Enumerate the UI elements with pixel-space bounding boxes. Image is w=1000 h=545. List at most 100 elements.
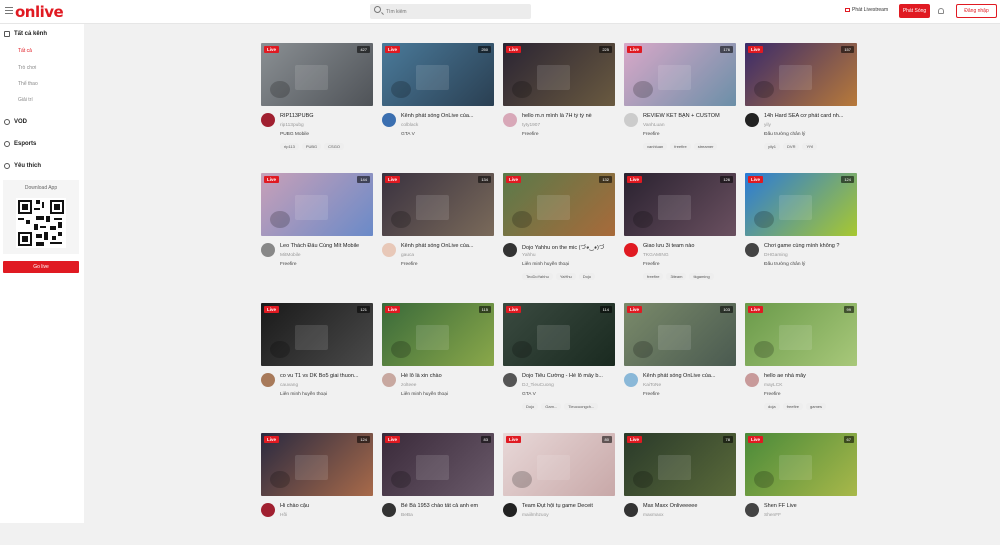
game-name[interactable]: GTA V bbox=[401, 132, 415, 137]
stream-card[interactable]: Live 176 REVIEW KẾT BẠN + CUSTOM VanhLuan Fr… bbox=[624, 43, 736, 155]
game-name[interactable]: Liên minh huyền thoại bbox=[280, 392, 327, 397]
sidebar-subitem-games[interactable]: Trò chơi bbox=[18, 65, 36, 71]
tag[interactable]: DVR bbox=[783, 143, 800, 150]
stream-card[interactable]: Live 157 14h Hard SEA cơ phát card nh... yi… bbox=[745, 43, 857, 155]
search-box[interactable] bbox=[370, 4, 531, 19]
channel-name[interactable]: Hồi bbox=[280, 513, 287, 518]
channel-name[interactable]: VanhLuan bbox=[643, 123, 665, 128]
logo[interactable]: onlive bbox=[15, 3, 64, 21]
stream-thumbnail[interactable]: Live 114 bbox=[503, 303, 615, 366]
stream-card[interactable]: Live 250 Kênh phát sóng OnLive của... colbl… bbox=[382, 43, 494, 155]
sidebar-go-live-button[interactable]: Go live bbox=[3, 261, 79, 273]
channel-name[interactable]: TKGAMING bbox=[643, 253, 669, 258]
stream-card[interactable]: Live 80 Team Đụt hội tụ game Deceit maiilmh… bbox=[503, 433, 615, 545]
stream-card[interactable]: Live 114 Dojo Tiểu Cường - Hé lô mấy b... D… bbox=[503, 303, 615, 415]
avatar[interactable] bbox=[745, 113, 759, 127]
tag[interactable]: vanhluan bbox=[643, 143, 668, 150]
game-name[interactable]: Liên minh huyền thoại bbox=[522, 262, 569, 267]
stream-card[interactable]: Live 427 RIP113PUBG rip113pubg PUBG Mobile ri… bbox=[261, 43, 373, 155]
tag[interactable]: Dojo bbox=[522, 403, 539, 410]
tag[interactable]: games bbox=[806, 403, 827, 410]
notification-bell-icon[interactable] bbox=[938, 8, 944, 14]
channel-name[interactable]: cauvang bbox=[280, 383, 298, 388]
stream-title[interactable]: Leo Thách Đấu Cùng Mít Mobile bbox=[280, 243, 373, 249]
channel-name[interactable]: mayLCK bbox=[764, 383, 782, 388]
stream-thumbnail[interactable]: Live 157 bbox=[745, 43, 857, 106]
channel-name[interactable]: KaiToNe bbox=[643, 383, 661, 388]
stream-thumbnail[interactable]: Live 115 bbox=[382, 303, 494, 366]
channel-name[interactable]: maxmaxx bbox=[643, 513, 664, 518]
stream-thumbnail[interactable]: Live 134 bbox=[382, 173, 494, 236]
stream-title[interactable]: 14h Hard SEA cơ phát card nh... bbox=[764, 113, 857, 119]
game-name[interactable]: Freefire bbox=[643, 392, 660, 397]
stream-thumbnail[interactable]: Live 67 bbox=[745, 433, 857, 496]
avatar[interactable] bbox=[382, 373, 396, 387]
stream-thumbnail[interactable]: Live 126 bbox=[624, 173, 736, 236]
tag[interactable]: Gam... bbox=[541, 403, 562, 410]
stream-thumbnail[interactable]: Live 124 bbox=[261, 433, 373, 496]
stream-thumbnail[interactable]: Live 103 bbox=[624, 303, 736, 366]
channel-name[interactable]: DJ_TieuCuong bbox=[522, 383, 554, 388]
stream-thumbnail[interactable]: Live 78 bbox=[624, 433, 736, 496]
avatar[interactable] bbox=[261, 113, 275, 127]
stream-title[interactable]: hello ae nhá mây bbox=[764, 373, 857, 379]
channel-name[interactable]: gauca bbox=[401, 253, 414, 258]
stream-card[interactable]: Live 99 hello ae nhá mây mayLCK Freefire doja… bbox=[745, 303, 857, 415]
tag[interactable]: yily1 bbox=[764, 143, 781, 150]
tag[interactable]: freefire bbox=[670, 143, 691, 150]
stream-thumbnail[interactable]: Live 427 bbox=[261, 43, 373, 106]
stream-card[interactable]: Live 121 co vu T1 vs DK Bo5 giai thuon... c… bbox=[261, 303, 373, 415]
channel-name[interactable]: Yahhu bbox=[522, 253, 536, 258]
game-name[interactable]: Freefire bbox=[522, 132, 539, 137]
tag[interactable]: freefire bbox=[782, 403, 804, 410]
channel-name[interactable]: zolteee bbox=[401, 383, 416, 388]
tag[interactable]: freefire bbox=[643, 273, 664, 280]
stream-title[interactable]: RIP113PUBG bbox=[280, 113, 373, 119]
stream-thumbnail[interactable]: Live 99 bbox=[745, 303, 857, 366]
tag[interactable]: TeoDoYahhu bbox=[522, 273, 553, 280]
stream-card[interactable]: Live 126 Giao lưu 3i team nào TKGAMING Freef… bbox=[624, 173, 736, 285]
stream-card[interactable]: Live 132 Dojo Yahhu on the mic (づ◕‿◕)づ Yahh… bbox=[503, 173, 615, 285]
stream-thumbnail[interactable]: Live 144 bbox=[261, 173, 373, 236]
stream-card[interactable]: Live 124 Hi chào cậu Hồi bbox=[261, 433, 373, 545]
sidebar-item-esports[interactable]: Esports bbox=[4, 141, 36, 147]
stream-thumbnail[interactable]: Live 250 bbox=[382, 43, 494, 106]
channel-name[interactable]: yily bbox=[764, 123, 771, 128]
stream-title[interactable]: Bé Bà 1953 chào tất cả anh em bbox=[401, 503, 494, 509]
avatar[interactable] bbox=[624, 113, 638, 127]
avatar[interactable] bbox=[745, 503, 759, 517]
stream-title[interactable]: Team Đụt hội tụ game Deceit bbox=[522, 503, 615, 509]
avatar[interactable] bbox=[382, 113, 396, 127]
game-name[interactable]: Freefire bbox=[764, 392, 781, 397]
tag[interactable]: tkgaming bbox=[689, 273, 714, 280]
channel-name[interactable]: tyty1907 bbox=[522, 123, 540, 128]
stream-title[interactable]: Kênh phát sóng OnLive của... bbox=[401, 113, 494, 119]
avatar[interactable] bbox=[624, 243, 638, 257]
channel-name[interactable]: rip113pubg bbox=[280, 123, 304, 128]
stream-title[interactable]: REVIEW KẾT BẠN + CUSTOM bbox=[643, 113, 736, 119]
channel-name[interactable]: MitMobile bbox=[280, 253, 301, 258]
sidebar-item-all-channels[interactable]: Tất cả kênh bbox=[4, 31, 47, 37]
game-name[interactable]: GTA V bbox=[522, 392, 536, 397]
stream-title[interactable]: Hé lô là xin chào bbox=[401, 373, 494, 379]
avatar[interactable] bbox=[261, 243, 275, 257]
game-name[interactable]: Đấu trường chân lý bbox=[764, 262, 805, 267]
channel-name[interactable]: colblack bbox=[401, 123, 418, 128]
avatar[interactable] bbox=[382, 503, 396, 517]
avatar[interactable] bbox=[624, 373, 638, 387]
avatar[interactable] bbox=[261, 373, 275, 387]
stream-thumbnail[interactable]: Live 124 bbox=[745, 173, 857, 236]
stream-title[interactable]: Max Maxx Onliveeeee bbox=[643, 503, 736, 509]
avatar[interactable] bbox=[503, 113, 517, 127]
stream-title[interactable]: Hi chào cậu bbox=[280, 503, 373, 509]
stream-thumbnail[interactable]: Live 80 bbox=[503, 433, 615, 496]
stream-card[interactable]: Live 134 Kênh phát sóng OnLive của... gauca… bbox=[382, 173, 494, 285]
game-name[interactable]: Freefire bbox=[280, 262, 297, 267]
tag[interactable]: Tieucuongch... bbox=[564, 403, 599, 410]
stream-title[interactable]: hello m.n mình là 7H tỷ tỷ nè bbox=[522, 113, 615, 119]
stream-card[interactable]: Live 115 Hé lô là xin chào zolteee Liên minh… bbox=[382, 303, 494, 415]
game-name[interactable]: Freefire bbox=[643, 132, 660, 137]
hamburger-menu-icon[interactable] bbox=[5, 7, 13, 15]
stream-card[interactable]: Live 78 Max Maxx Onliveeeee maxmaxx bbox=[624, 433, 736, 545]
game-name[interactable]: Liên minh huyền thoại bbox=[401, 392, 448, 397]
